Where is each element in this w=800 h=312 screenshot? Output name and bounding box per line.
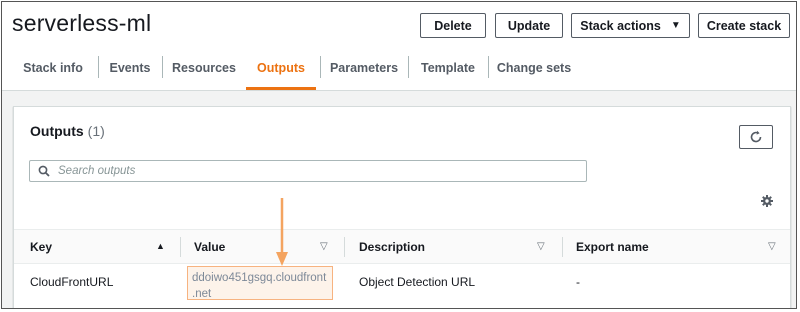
stack-actions-label: Stack actions [580, 18, 661, 33]
tab-divider [98, 56, 99, 78]
preferences-button[interactable] [760, 194, 774, 213]
column-label: Export name [576, 239, 649, 254]
page-title: serverless-ml [12, 10, 152, 36]
tab-bar: Stack info Events Resources Outputs Para… [2, 48, 796, 91]
tab-change-sets[interactable]: Change sets [492, 58, 576, 90]
tab-label: Parameters [329, 61, 399, 75]
arrow-down-icon [276, 198, 288, 266]
tab-parameters[interactable]: Parameters [324, 58, 404, 90]
tab-divider [162, 56, 163, 78]
tab-label: Resources [172, 61, 236, 75]
column-label: Key [30, 239, 53, 254]
create-stack-label: Create stack [706, 18, 782, 33]
cell-value-line: .net [192, 288, 212, 300]
sort-unsorted-icon[interactable]: ▽ [320, 241, 328, 252]
tab-label: Outputs [257, 61, 305, 75]
cell-value-line: ddoiwo451gsgq.cloudfront [192, 272, 327, 284]
sort-unsorted-icon[interactable]: ▽ [537, 241, 545, 252]
tab-divider [488, 56, 489, 78]
tab-divider [320, 56, 321, 78]
tab-outputs[interactable]: Outputs [246, 58, 316, 90]
outputs-heading: Outputs (1) [30, 123, 105, 139]
tab-label: Events [109, 61, 151, 75]
cloudformation-stack-page: serverless-ml Delete Update Stack action… [1, 1, 797, 309]
column-label: Description [359, 239, 426, 254]
tab-resources[interactable]: Resources [166, 58, 242, 90]
tab-stack-info[interactable]: Stack info [14, 58, 92, 90]
column-header-key[interactable]: Key [30, 230, 52, 263]
column-header-description[interactable]: Description [359, 230, 425, 263]
caret-down-icon: ▼ [670, 20, 681, 31]
sort-unsorted-icon[interactable]: ▽ [768, 241, 776, 252]
outputs-title: Outputs [30, 123, 84, 139]
cell-key: CloudFrontURL [30, 275, 114, 289]
column-divider [344, 237, 345, 257]
gear-icon [761, 195, 773, 207]
update-button-label: Update [507, 18, 551, 33]
outputs-panel: Outputs (1) Search outputs Key ▲ Value ▽… [13, 106, 791, 308]
tab-label: Change sets [496, 61, 572, 75]
cell-description: Object Detection URL [359, 275, 476, 289]
cell-value-highlight[interactable]: ddoiwo451gsgq.cloudfront .net [187, 266, 333, 300]
column-header-export-name[interactable]: Export name [576, 230, 649, 263]
tab-divider [408, 56, 409, 78]
cell-export-name: - [576, 275, 580, 289]
tab-events[interactable]: Events [102, 58, 158, 90]
refresh-button[interactable] [739, 125, 773, 149]
tab-template[interactable]: Template [412, 58, 484, 90]
column-divider [180, 237, 181, 257]
delete-button-label: Delete [434, 18, 472, 33]
search-input[interactable] [56, 164, 580, 178]
sort-ascending-icon[interactable]: ▲ [156, 241, 165, 251]
column-divider [562, 237, 563, 257]
table-row: CloudFrontURL ddoiwo451gsgq.cloudfront .… [14, 262, 790, 302]
update-button[interactable]: Update [495, 13, 563, 38]
search-icon [38, 165, 50, 177]
column-label: Value [194, 239, 226, 254]
create-stack-button[interactable]: Create stack [698, 13, 790, 38]
delete-button[interactable]: Delete [420, 13, 486, 38]
outputs-count: (1) [87, 123, 105, 139]
tab-label: Stack info [23, 61, 83, 75]
column-header-value[interactable]: Value [194, 230, 225, 263]
search-outputs-field[interactable] [29, 160, 587, 182]
tab-label: Template [421, 61, 475, 75]
refresh-icon [750, 130, 762, 143]
stack-actions-button[interactable]: Stack actions ▼ [571, 13, 690, 38]
outputs-table-header: Key ▲ Value ▽ Description ▽ Export name … [14, 229, 790, 264]
